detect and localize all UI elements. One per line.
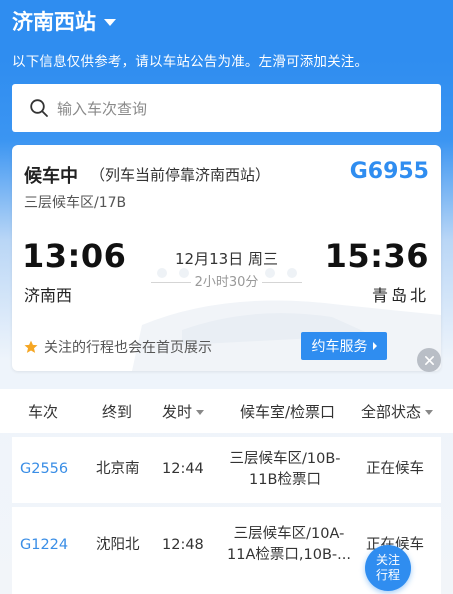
table-row[interactable]: G2556 北京南 12:44 三层候车区/10B- 11B检票口 正在候车 [12,437,441,503]
search-input[interactable]: 输入车次查询 [57,98,147,119]
trip-status: 候车中 [24,166,78,187]
follow-note: 关注的行程也会在首页展示 [24,337,212,357]
trip-card[interactable]: 候车中 （列车当前停靠济南西站） G6955 三层候车区/17B 13:06 济… [12,145,441,371]
ride-service-label: 约车服务 [311,339,368,355]
arrival-station: 青岛北 [371,286,429,305]
info-notice: 以下信息仅供参考，请以车站公告为准。左滑可添加关注。 [12,54,369,70]
star-icon [24,340,38,353]
follow-trip-line-1: 关注 [375,553,400,567]
arrival-time: 15:36 [324,237,429,275]
trip-status-detail: （列车当前停靠济南西站） [90,166,271,184]
column-header-gate: 候车室/检票口 [240,403,336,421]
station-selector[interactable]: 济南西站 [12,6,116,36]
table-header: 车次 终到 发时 候车室/检票口 全部状态 [0,389,453,433]
close-card-button[interactable] [417,348,441,372]
column-header-train: 车次 [28,403,59,421]
column-header-time[interactable]: 发时 [162,401,205,422]
column-header-terminal: 终到 [102,403,133,421]
follow-note-text: 关注的行程也会在首页展示 [44,340,212,356]
chevron-right-icon [372,342,377,350]
sort-down-icon [196,410,205,415]
gate-info-line-1: 三层候车区/10A- [233,526,345,542]
train-number-link[interactable]: G1224 [20,535,68,556]
search-bar[interactable]: 输入车次查询 [12,84,441,132]
train-number-link[interactable]: G2556 [20,459,68,480]
search-icon [30,99,48,117]
duration-line-right [262,282,303,283]
gate-info-line-1: 三层候车区/10B- [229,451,341,467]
chevron-down-icon [425,410,434,415]
gate-info-line-2: 11B检票口 [249,472,321,488]
status-filter[interactable]: 全部状态 [361,401,434,422]
chevron-down-icon [104,18,116,26]
gate-info: 三层候车区/10B- 11B检票口 [225,449,345,491]
duration-line-left [150,282,191,283]
column-header-time-label: 发时 [162,403,193,421]
follow-trip-line-2: 行程 [375,568,400,582]
train-number: G6955 [349,159,429,184]
gate-info: 三层候车区/10A- 11A检票口,10B-... [224,524,354,566]
depart-time: 12:44 [162,461,204,477]
depart-time: 12:48 [162,537,204,553]
terminal-station: 沈阳北 [96,537,140,553]
waiting-area: 三层候车区/17B [24,195,127,211]
status-filter-label: 全部状态 [361,403,422,421]
station-name: 济南西站 [12,10,96,34]
follow-trip-button[interactable]: 关注 行程 [365,545,411,591]
terminal-station: 北京南 [96,461,140,477]
close-icon [424,355,434,365]
gate-info-line-2: 11A检票口,10B-... [227,547,351,563]
ride-service-button[interactable]: 约车服务 [301,332,387,360]
status-text: 正在候车 [366,461,424,477]
trip-duration: 2小时30分 [194,275,259,290]
